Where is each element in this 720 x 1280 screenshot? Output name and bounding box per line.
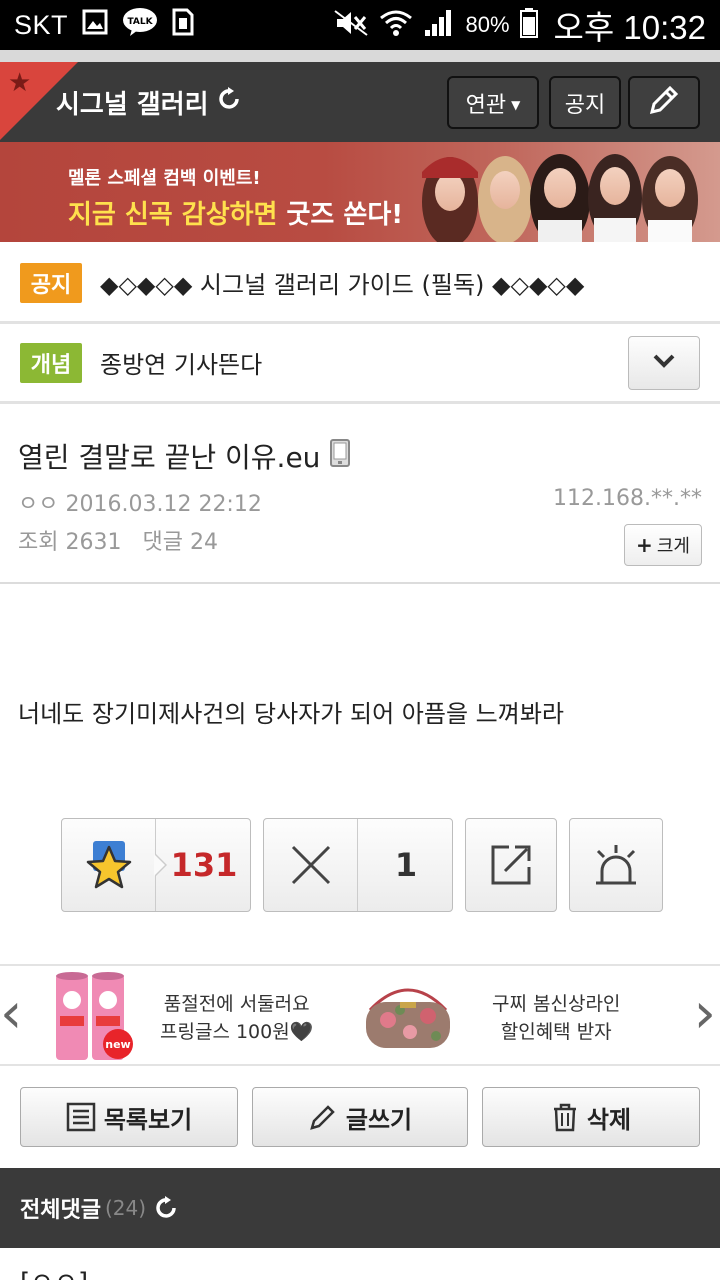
- talk-label: TALK: [127, 17, 153, 27]
- notice-title: ◆◇◆◇◆ 시그널 갤러리 가이드 (필독) ◆◇◆◇◆: [100, 271, 585, 299]
- banner-photo: [422, 154, 698, 242]
- plus-icon: +: [636, 533, 653, 557]
- concept-tag: 개념: [20, 342, 82, 383]
- trash-icon: [553, 1103, 576, 1132]
- chevron-left-icon[interactable]: ‹: [0, 986, 22, 1042]
- comments-header: 전체댓글 (24): [0, 1168, 720, 1248]
- mobile-post-icon: [330, 438, 351, 474]
- chevron-right-icon[interactable]: ›: [694, 986, 716, 1042]
- ad-1-line1: 품절전에 서둘러요: [163, 993, 310, 1015]
- post-body: 너네도 장기미제사건의 당사자가 되어 아픔을 느껴봐라: [18, 700, 564, 728]
- concept-row[interactable]: 개념 종방연 기사뜬다: [0, 324, 720, 404]
- views-count: 2631: [65, 530, 122, 555]
- delete-button[interactable]: 삭제: [482, 1087, 700, 1147]
- refresh-icon[interactable]: [154, 1195, 180, 1221]
- carrier-label: SKT: [14, 9, 69, 40]
- delete-button-label: 삭제: [586, 1105, 632, 1134]
- wifi-icon: [379, 8, 413, 42]
- related-button[interactable]: 연관 ▼: [447, 76, 539, 129]
- recommend-star[interactable]: [62, 819, 156, 911]
- comments-title: 전체댓글: [20, 1198, 101, 1223]
- post-author: ㅇㅇ: [18, 492, 59, 517]
- post-ip: 112.168.**.**: [553, 486, 702, 511]
- views-label: 조회: [18, 530, 59, 555]
- new-badge: new: [105, 1038, 130, 1051]
- notice-button[interactable]: 공지: [549, 76, 621, 129]
- write-pencil-button[interactable]: [628, 76, 700, 129]
- dislike-count: 1: [394, 846, 418, 884]
- comments-count: 24: [189, 530, 218, 555]
- enlarge-text-button[interactable]: + 크게: [624, 524, 702, 566]
- enlarge-text-label: 크게: [656, 536, 690, 557]
- kakaotalk-icon: TALK: [122, 7, 158, 44]
- signal-icon: [423, 8, 455, 42]
- related-button-label: 연관: [465, 92, 507, 118]
- ad-text-2[interactable]: 구찌 봄신상라인 할인혜택 받자: [492, 990, 620, 1046]
- report-button[interactable]: [569, 818, 663, 912]
- recommend-count: 131: [170, 846, 238, 884]
- share-icon: [491, 845, 531, 885]
- post-header: 열린 결말로 끝난 이유.eu ㅇㅇ 2016.03.12 22:12 112.…: [0, 406, 720, 584]
- banner-line2-prefix: 지금 신곡 감상하면: [68, 200, 287, 230]
- gucci-bag-ad-image[interactable]: [360, 980, 456, 1054]
- battery-percent: 80%: [465, 12, 510, 37]
- pencil-icon: [646, 82, 682, 124]
- caret-down-icon: ▼: [511, 97, 521, 112]
- post-title-text: 열린 결말로 끝난 이유.eu: [18, 441, 321, 474]
- list-button-label: 목록보기: [103, 1105, 193, 1134]
- status-bar: SKT TALK 80% 오후 10:32: [0, 0, 720, 50]
- ad-2-line1: 구찌 봄신상라인: [492, 993, 621, 1015]
- chevron-down-icon: [651, 352, 677, 374]
- banner-line2-emph: 굿즈 쏜다!: [286, 200, 404, 230]
- post-stats: 조회 2631 댓글 24: [18, 524, 218, 556]
- sim-card-icon: [172, 8, 194, 43]
- promo-banner[interactable]: 멜론 스페셜 컴백 이벤트! 지금 신곡 감상하면 굿즈 쏜다!: [0, 142, 720, 242]
- gallery-header: ★ 시그널 갤러리 연관 ▼ 공지: [0, 62, 720, 142]
- mute-icon: [333, 9, 369, 41]
- share-button[interactable]: [465, 818, 557, 912]
- first-comment-author: [ㅇㅇ]: [20, 1262, 88, 1280]
- ad-text-1[interactable]: 품절전에 서둘러요 프링글스 100원🖤: [160, 990, 313, 1046]
- star-icon[interactable]: ★: [8, 70, 31, 96]
- post-title: 열린 결말로 끝난 이유.eu: [18, 436, 351, 476]
- dislike-button[interactable]: 1: [263, 818, 453, 912]
- write-button-label: 글쓰기: [345, 1105, 413, 1134]
- comments-label: 댓글: [142, 530, 183, 555]
- expand-button[interactable]: [628, 336, 700, 390]
- ad-2-line2: 할인혜택 받자: [500, 1021, 612, 1043]
- list-icon: [66, 1102, 96, 1132]
- star-icon: [86, 841, 131, 889]
- dislike-icon-cell[interactable]: [264, 819, 358, 911]
- gallery-title-text: 시그널 갤러리: [56, 90, 209, 120]
- siren-icon: [596, 845, 636, 885]
- close-icon: [291, 845, 330, 885]
- ad-carousel: ‹ new 품절전에 서둘러요 프링글스 100원🖤 구찌 봄신상라인 할인혜택…: [0, 964, 720, 1066]
- banner-line2: 지금 신곡 감상하면 굿즈 쏜다!: [68, 194, 403, 231]
- top-divider: [0, 50, 720, 62]
- notice-tag: 공지: [20, 262, 82, 303]
- pencil-icon: [310, 1105, 335, 1130]
- post-datetime: 2016.03.12 22:12: [65, 492, 262, 517]
- ad-1-line2: 프링글스 100원🖤: [160, 1021, 314, 1043]
- recommend-button[interactable]: 131: [61, 818, 251, 912]
- notice-row[interactable]: 공지 ◆◇◆◇◆ 시그널 갤러리 가이드 (필독) ◆◇◆◇◆: [0, 244, 720, 324]
- refresh-icon[interactable]: [217, 86, 243, 119]
- comments-total: (24): [104, 1196, 147, 1220]
- pringles-ad-image[interactable]: new: [54, 970, 136, 1064]
- battery-icon: [519, 8, 538, 42]
- gallery-title[interactable]: 시그널 갤러리: [56, 84, 243, 121]
- write-button[interactable]: 글쓰기: [252, 1087, 468, 1147]
- post-meta: ㅇㅇ 2016.03.12 22:12: [18, 486, 262, 518]
- notice-button-label: 공지: [564, 92, 606, 118]
- gallery-notification-icon: [82, 9, 108, 42]
- concept-title: 종방연 기사뜬다: [100, 351, 263, 379]
- list-button[interactable]: 목록보기: [20, 1087, 238, 1147]
- banner-line1: 멜론 스페셜 컴백 이벤트!: [68, 168, 261, 189]
- clock: 오후 10:32: [553, 9, 706, 46]
